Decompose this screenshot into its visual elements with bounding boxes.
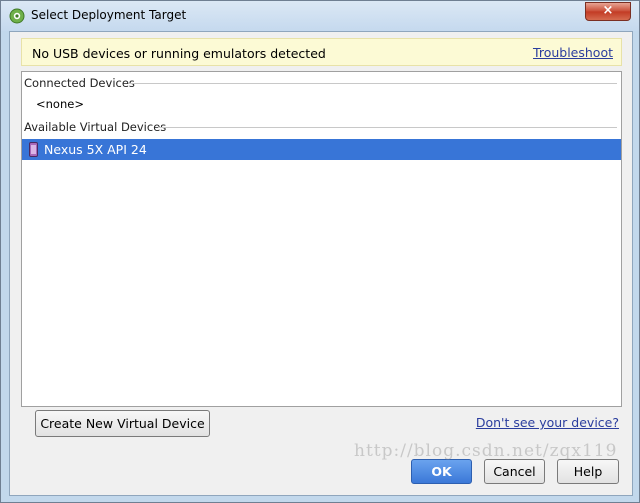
android-studio-icon bbox=[9, 8, 25, 24]
window-title: Select Deployment Target bbox=[31, 8, 187, 22]
title-bar[interactable]: Select Deployment Target × bbox=[1, 1, 639, 31]
create-virtual-device-button[interactable]: Create New Virtual Device bbox=[35, 410, 210, 437]
connected-devices-header: Connected Devices bbox=[24, 76, 135, 90]
dialog-content: No USB devices or running emulators dete… bbox=[9, 31, 633, 496]
divider bbox=[129, 83, 617, 84]
no-connected-devices-label: <none> bbox=[36, 97, 84, 111]
close-button[interactable]: × bbox=[585, 2, 631, 21]
ok-button[interactable]: OK bbox=[411, 459, 472, 484]
device-list[interactable]: Connected Devices <none> Available Virtu… bbox=[21, 71, 622, 407]
virtual-devices-header: Available Virtual Devices bbox=[24, 120, 167, 134]
warning-banner: No USB devices or running emulators dete… bbox=[21, 38, 622, 66]
watermark: http://blog.csdn.net/zqx119 bbox=[354, 441, 618, 461]
phone-icon bbox=[29, 142, 38, 157]
device-row-nexus-5x[interactable]: Nexus 5X API 24 bbox=[22, 139, 621, 160]
banner-message: No USB devices or running emulators dete… bbox=[32, 46, 326, 61]
help-button[interactable]: Help bbox=[557, 459, 619, 484]
troubleshoot-link[interactable]: Troubleshoot bbox=[533, 45, 613, 60]
device-name: Nexus 5X API 24 bbox=[44, 142, 147, 157]
dialog-window: Select Deployment Target × No USB device… bbox=[0, 0, 640, 503]
dont-see-device-link[interactable]: Don't see your device? bbox=[476, 415, 619, 430]
divider bbox=[158, 127, 617, 128]
cancel-button[interactable]: Cancel bbox=[484, 459, 545, 484]
close-icon: × bbox=[602, 3, 614, 18]
